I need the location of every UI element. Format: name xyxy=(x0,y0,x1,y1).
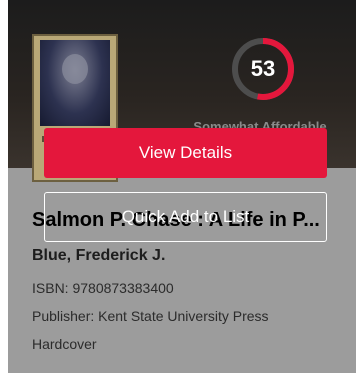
affordability-gauge: 53 xyxy=(230,36,296,102)
score-value: 53 xyxy=(250,56,276,81)
product-format: Hardcover xyxy=(32,336,97,352)
quick-add-to-list-button[interactable]: Quick Add to List xyxy=(44,192,327,242)
view-details-button[interactable]: View Details xyxy=(44,128,327,178)
product-card[interactable]: 53 Somewhat Affordable Salmon P. Chase :… xyxy=(8,0,356,373)
cover-portrait xyxy=(40,40,110,126)
product-isbn: ISBN: 9780873383400 xyxy=(32,280,174,296)
product-author: Blue, Frederick J. xyxy=(32,247,166,264)
product-publisher: Publisher: Kent State University Press xyxy=(32,308,269,324)
